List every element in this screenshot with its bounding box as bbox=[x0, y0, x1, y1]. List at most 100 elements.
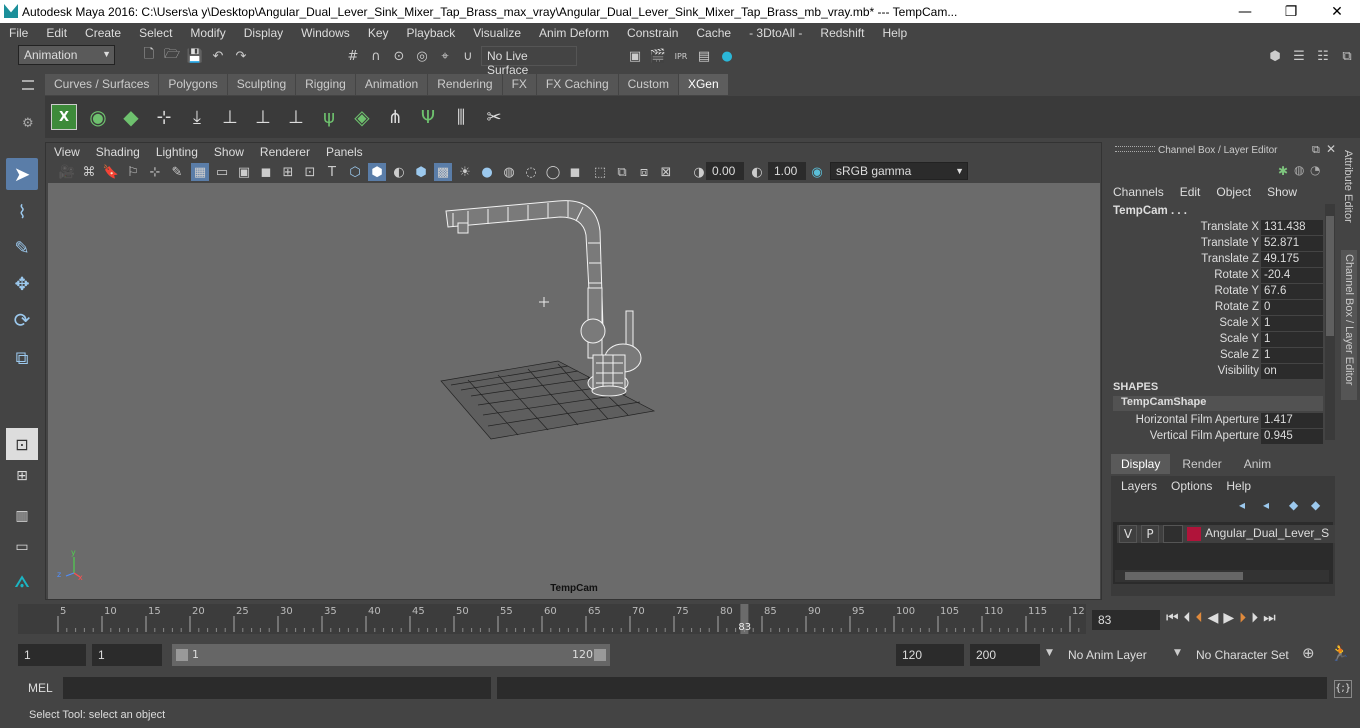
close-button[interactable]: ✕ bbox=[1314, 0, 1360, 23]
attribute-value[interactable]: 1 bbox=[1261, 332, 1323, 347]
anim-layer-dropdown[interactable]: No Anim Layer bbox=[1062, 644, 1164, 666]
groom-brush-icon[interactable]: ⋔ bbox=[382, 104, 408, 130]
four-view-layout-icon[interactable]: ⊞ bbox=[6, 464, 38, 488]
new-layer-icon[interactable]: ◆ bbox=[1289, 498, 1298, 512]
screen-space-ao-icon[interactable]: ◍ bbox=[500, 163, 518, 181]
open-scene-icon[interactable]: 🗁 bbox=[163, 47, 181, 65]
attribute-row[interactable]: Visibility on bbox=[1105, 364, 1325, 380]
play-backwards-icon[interactable]: ◀ bbox=[1208, 610, 1219, 626]
menu-create[interactable]: Create bbox=[76, 26, 130, 40]
new-scene-icon[interactable]: 🗋 bbox=[140, 47, 158, 65]
layer-display-type-toggle[interactable] bbox=[1163, 525, 1183, 543]
character-set-dropdown[interactable]: No Character Set bbox=[1190, 644, 1292, 666]
camera-select-icon[interactable]: 🎥 bbox=[58, 163, 76, 181]
shelf-settings-gear-icon[interactable]: ⚙ bbox=[22, 116, 34, 131]
channel-box-scrollbar[interactable] bbox=[1325, 204, 1335, 440]
shelf-tab-fx[interactable]: FX bbox=[502, 74, 536, 95]
menu-display[interactable]: Display bbox=[235, 26, 292, 40]
step-back-key-icon[interactable]: ⏴ bbox=[1196, 610, 1203, 626]
attribute-row[interactable]: Horizontal Film Aperture 1.417 bbox=[1105, 413, 1325, 429]
render-settings-icon[interactable]: ▤ bbox=[695, 47, 713, 65]
add-guides-icon[interactable]: ⊹ bbox=[151, 104, 177, 130]
grid-toggle-icon[interactable]: ▦ bbox=[191, 163, 209, 181]
view-transform-dropdown[interactable]: sRGB gamma ▼ bbox=[830, 162, 968, 180]
paint-select-tool-icon[interactable]: ✎ bbox=[6, 232, 38, 264]
range-start-handle[interactable] bbox=[176, 649, 188, 661]
camera-attributes-icon[interactable]: ⌘ bbox=[80, 163, 98, 181]
shelf-tab-xgen[interactable]: XGen bbox=[678, 74, 728, 95]
move-layer-up-icon[interactable]: ◂ bbox=[1239, 498, 1245, 512]
panel-drag-handle[interactable] bbox=[1115, 146, 1155, 152]
cut-guides-icon[interactable]: ✂ bbox=[481, 104, 507, 130]
attribute-row[interactable]: Rotate Y 67.6 bbox=[1105, 284, 1325, 300]
attribute-value[interactable]: 1 bbox=[1261, 348, 1323, 363]
range-end-handle[interactable] bbox=[594, 649, 606, 661]
motion-blur-icon[interactable]: ◌ bbox=[522, 163, 540, 181]
go-to-end-icon[interactable]: ⏭ bbox=[1263, 610, 1276, 626]
attribute-row[interactable]: Scale Y1 bbox=[1105, 332, 1325, 348]
guide-visibility-icon[interactable]: ⊥ bbox=[250, 104, 276, 130]
panel-menu-show[interactable]: Show bbox=[206, 143, 252, 161]
menu-modify[interactable]: Modify bbox=[181, 26, 234, 40]
menu-windows[interactable]: Windows bbox=[292, 26, 359, 40]
default-material-icon[interactable]: ◐ bbox=[390, 163, 408, 181]
save-scene-icon[interactable]: 💾 bbox=[186, 47, 204, 65]
animation-start-field[interactable]: 1 bbox=[18, 644, 86, 666]
isolate-select-icon[interactable]: ⬚ bbox=[591, 163, 609, 181]
attribute-value[interactable]: 52.871 bbox=[1261, 236, 1323, 251]
xray-icon[interactable]: ⧉ bbox=[613, 163, 631, 181]
animation-end-field[interactable]: 200 bbox=[970, 644, 1040, 666]
3d-viewport[interactable]: y z x TempCam bbox=[48, 183, 1100, 599]
shelf-tab-animation[interactable]: Animation bbox=[355, 74, 428, 95]
range-slider[interactable]: 1 120 bbox=[172, 644, 610, 666]
place-guides-icon[interactable]: ⤓ bbox=[184, 104, 210, 130]
wireframe-on-shaded-icon[interactable]: ⬢ bbox=[412, 163, 430, 181]
layer-list-scrollbar[interactable] bbox=[1115, 570, 1329, 582]
image-plane-icon[interactable]: ⚐ bbox=[124, 163, 142, 181]
smooth-shade-icon[interactable]: ⬢ bbox=[368, 163, 386, 181]
shelf-menu-icon[interactable] bbox=[22, 80, 34, 90]
use-all-lights-icon[interactable]: ☀ bbox=[456, 163, 474, 181]
rotate-tool-icon[interactable]: ⟳ bbox=[6, 304, 38, 336]
xgen-create-description-icon[interactable]: ◆ bbox=[118, 104, 144, 130]
toggle-channel-box-icon[interactable]: ⧉ bbox=[1338, 47, 1356, 65]
attribute-value[interactable]: 67.6 bbox=[1261, 284, 1323, 299]
layers-menu[interactable]: Layers bbox=[1121, 479, 1157, 493]
maximize-button[interactable]: ❐ bbox=[1268, 0, 1314, 23]
add-spline-icon[interactable]: ⊥ bbox=[217, 104, 243, 130]
safe-title-icon[interactable]: T bbox=[323, 163, 341, 181]
attribute-row[interactable]: Translate X 131.438 bbox=[1105, 220, 1325, 236]
snap-grid-icon[interactable]: # bbox=[344, 47, 362, 65]
attribute-value[interactable]: on bbox=[1261, 364, 1323, 379]
gamma-field[interactable]: 1.00 bbox=[768, 162, 806, 180]
menu-cache[interactable]: Cache bbox=[687, 26, 740, 40]
anim-preferences-icon[interactable]: 🏃 bbox=[1330, 643, 1350, 662]
go-to-start-icon[interactable]: ⏮ bbox=[1166, 610, 1179, 626]
channels-menu[interactable]: Channels bbox=[1113, 185, 1164, 199]
magnet-icon[interactable]: ∪ bbox=[459, 47, 477, 65]
layout-collapse-icon[interactable]: ▭ bbox=[6, 538, 38, 556]
shelf-tab-rigging[interactable]: Rigging bbox=[296, 74, 355, 95]
resolution-gate-icon[interactable]: ▣ bbox=[235, 163, 253, 181]
live-surface-field[interactable]: No Live Surface bbox=[481, 46, 577, 77]
layer-tab-display[interactable]: Display bbox=[1111, 454, 1171, 474]
toggle-attribute-editor-icon[interactable]: ☷ bbox=[1314, 47, 1332, 65]
shadows-icon[interactable]: ● bbox=[478, 163, 496, 181]
field-chart-icon[interactable]: ⊞ bbox=[279, 163, 297, 181]
layer-help-menu[interactable]: Help bbox=[1226, 479, 1251, 493]
outliner-layout-icon[interactable]: ▥ bbox=[6, 502, 38, 530]
layer-playback-toggle[interactable]: P bbox=[1141, 525, 1159, 543]
attribute-value[interactable]: 0.945 bbox=[1261, 429, 1323, 444]
bookmark-icon[interactable]: 🔖 bbox=[102, 163, 120, 181]
scale-tool-icon[interactable]: ⧉ bbox=[6, 342, 38, 374]
menu-set-dropdown[interactable]: Animation ▼ bbox=[18, 45, 115, 65]
workspace-modeling-icon[interactable]: ⬢ bbox=[1266, 47, 1284, 65]
xray-joints-icon[interactable]: ⧈ bbox=[635, 163, 653, 181]
multisample-aa-icon[interactable]: ◯ bbox=[544, 163, 562, 181]
layer-name[interactable]: Angular_Dual_Lever_Sink bbox=[1205, 526, 1329, 540]
menu-3dtoall[interactable]: - 3DtoAll - bbox=[740, 26, 811, 40]
shelf-tab-polygons[interactable]: Polygons bbox=[159, 74, 227, 95]
menu-key[interactable]: Key bbox=[359, 26, 398, 40]
exposure-field[interactable]: 0.00 bbox=[706, 162, 744, 180]
chevron-down-icon[interactable]: ▼ bbox=[1174, 648, 1181, 658]
